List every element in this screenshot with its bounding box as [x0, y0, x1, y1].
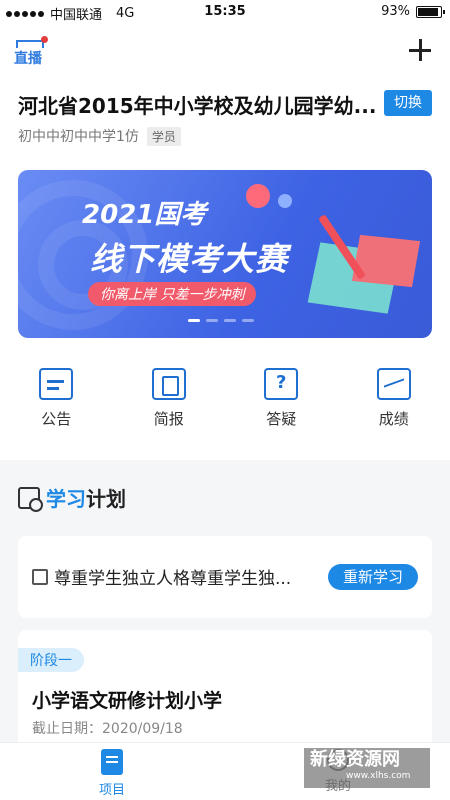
school-title: 河北省2015年中小学校及幼儿园学幼... — [18, 94, 377, 118]
battery-percent: 93% — [381, 4, 410, 19]
carousel-dot[interactable] — [224, 319, 236, 322]
quick-link-label: 成绩 — [378, 410, 409, 428]
battery-icon — [416, 5, 445, 18]
banner-orb-decoration — [278, 194, 292, 208]
watermark: 新绿资源网 www.xlhs.com — [304, 748, 430, 788]
quick-link-label: 简报 — [153, 410, 184, 428]
notification-dot — [41, 36, 48, 43]
current-item-title: 尊重学生独立人格尊重学生独... — [54, 569, 292, 589]
live-stream-button[interactable]: 直播 — [14, 36, 50, 68]
banner-slogan: 你离上岸 只差一步冲刺 — [88, 282, 257, 306]
plan-card[interactable]: 阶段一 小学语文研修计划小学 截止日期：2020/09/18 — [18, 630, 432, 750]
user-info: 初中中初中中学1仿 学员 — [18, 126, 181, 146]
status-bar: 中国联通 4G 15:35 93% — [0, 0, 450, 24]
calendar-clock-icon — [18, 486, 43, 512]
qa-icon: ? — [264, 368, 299, 400]
watermark-url: www.xlhs.com — [346, 771, 411, 781]
switch-button[interactable]: 切换 — [384, 90, 432, 116]
quick-link-announcement[interactable]: 公告 — [0, 368, 113, 448]
promo-banner[interactable]: 2021国考 线下模考大赛 你离上岸 只差一步冲刺 — [18, 170, 432, 338]
current-study-card[interactable]: 尊重学生独立人格尊重学生独... 重新学习 — [18, 536, 432, 618]
tab-label: 项目 — [98, 783, 125, 798]
heading-highlight: 学习 — [46, 487, 86, 511]
header-section: 直播 河北省2015年中小学校及幼儿园学幼... 切换 初中中初中中学1仿 学员… — [0, 24, 450, 460]
briefing-icon — [151, 368, 186, 400]
carousel-indicators[interactable] — [188, 319, 254, 322]
user-name: 初中中初中中学1仿 — [18, 129, 139, 145]
study-plan-heading: 学习计划 — [18, 483, 126, 512]
project-icon — [101, 749, 123, 775]
carousel-dot[interactable] — [188, 319, 200, 322]
paper-illustration — [351, 234, 421, 288]
role-badge: 学员 — [146, 126, 181, 146]
quick-link-label: 答疑 — [266, 410, 297, 428]
heading-rest: 计划 — [86, 487, 126, 511]
quick-link-score[interactable]: 成绩 — [338, 368, 450, 448]
live-label: 直播 — [14, 51, 42, 67]
plan-deadline: 截止日期：2020/09/18 — [32, 721, 183, 737]
quick-link-qa[interactable]: ? 答疑 — [225, 368, 338, 448]
carousel-dot[interactable] — [242, 319, 254, 322]
announcement-icon — [39, 368, 74, 400]
watermark-text: 新绿资源网 — [310, 749, 400, 770]
quick-links: 公告 简报 ? 答疑 成绩 — [0, 368, 450, 448]
tv-icon — [16, 40, 44, 48]
plan-name: 小学语文研修计划小学 — [32, 690, 223, 712]
score-icon — [376, 368, 411, 400]
relearn-button[interactable]: 重新学习 — [328, 564, 418, 590]
banner-title: 线下模考大赛 — [90, 240, 289, 278]
tab-project[interactable]: 项目 — [62, 749, 162, 798]
quick-link-label: 公告 — [41, 410, 72, 428]
edit-note-icon — [32, 569, 48, 585]
add-icon[interactable] — [406, 36, 434, 64]
quick-link-briefing[interactable]: 简报 — [113, 368, 226, 448]
banner-orb-decoration — [246, 184, 270, 208]
carousel-dot[interactable] — [206, 319, 218, 322]
stage-badge: 阶段一 — [18, 648, 84, 672]
banner-headline: 2021国考 — [82, 200, 207, 230]
